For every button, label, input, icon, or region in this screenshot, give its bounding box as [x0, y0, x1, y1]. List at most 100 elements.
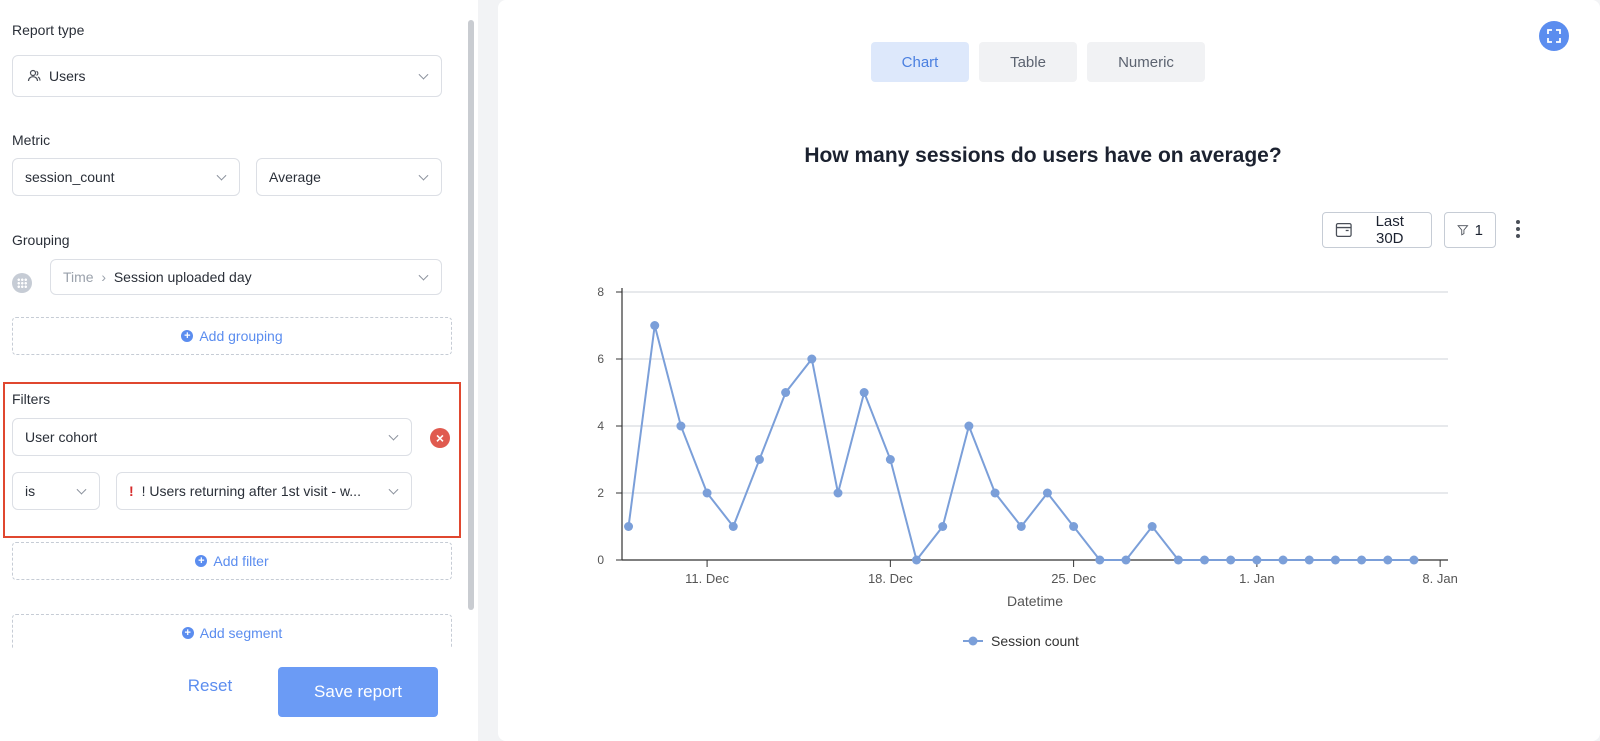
- metric-field-select[interactable]: session_count: [12, 158, 240, 196]
- y-tick-label: 8: [597, 285, 604, 299]
- add-grouping-button[interactable]: + Add grouping: [12, 317, 452, 355]
- y-tick-label: 0: [597, 553, 604, 567]
- data-point: [1095, 555, 1105, 565]
- data-point: [1304, 555, 1314, 565]
- add-segment-label: Add segment: [199, 625, 283, 641]
- x-tick-label: 1. Jan: [1239, 571, 1274, 586]
- chart-title: How many sessions do users have on avera…: [804, 144, 1282, 167]
- filter-value-select[interactable]: ! ! Users returning after 1st visit - w.…: [116, 472, 412, 510]
- funnel-icon: [1457, 225, 1469, 236]
- data-point: [807, 354, 817, 364]
- legend-marker: [968, 636, 978, 646]
- tab-numeric[interactable]: Numeric: [1087, 42, 1205, 82]
- filter-count-button[interactable]: 1: [1444, 212, 1496, 248]
- plus-circle-icon: +: [181, 627, 194, 639]
- remove-filter-icon[interactable]: ×: [430, 428, 450, 448]
- chevron-down-icon: [388, 484, 399, 495]
- data-point: [1330, 555, 1340, 565]
- data-point: [702, 488, 712, 498]
- data-point: [1016, 522, 1026, 531]
- report-type-label: Report type: [12, 22, 85, 38]
- filters-label: Filters: [12, 391, 51, 407]
- data-point: [1383, 555, 1393, 565]
- data-point: [1121, 555, 1131, 565]
- metric-label: Metric: [12, 132, 51, 148]
- data-point: [938, 522, 948, 531]
- x-tick-label: 11. Dec: [685, 571, 729, 586]
- data-point: [1042, 488, 1052, 498]
- data-point: [676, 421, 686, 431]
- chevron-down-icon: [418, 270, 429, 281]
- plus-circle-icon: +: [181, 330, 194, 342]
- filter-count-label: 1: [1474, 221, 1483, 239]
- chevron-down-icon: [76, 484, 87, 495]
- breadcrumb-separator-icon: ›: [97, 269, 110, 285]
- report-builder-panel: Report type Users Metric session_count A…: [0, 0, 478, 741]
- data-point: [1200, 555, 1210, 565]
- report-type-value: Users: [49, 68, 86, 84]
- data-point: [833, 488, 843, 498]
- save-report-button[interactable]: Save report: [278, 667, 438, 717]
- add-grouping-label: Add grouping: [199, 328, 283, 344]
- data-point: [1069, 522, 1079, 531]
- add-filter-label: Add filter: [213, 553, 269, 569]
- data-point: [781, 388, 791, 397]
- data-point: [1357, 555, 1367, 565]
- data-point: [1252, 555, 1262, 565]
- data-point: [1278, 555, 1288, 565]
- data-point: [990, 488, 1000, 498]
- data-point: [1147, 522, 1157, 531]
- data-point: [859, 388, 869, 397]
- metric-field-value: session_count: [25, 169, 115, 185]
- y-tick-label: 2: [597, 486, 604, 500]
- filter-value-text: ! Users returning after 1st visit - w...: [141, 483, 361, 499]
- data-point: [1173, 555, 1183, 565]
- y-tick-label: 6: [597, 352, 604, 366]
- data-point: [964, 421, 974, 431]
- fullscreen-button[interactable]: [1539, 21, 1569, 51]
- date-range-button[interactable]: Last 30D: [1322, 212, 1432, 248]
- more-options-icon[interactable]: [1514, 218, 1522, 240]
- legend-label: Session count: [991, 633, 1079, 649]
- metric-aggregation-value: Average: [269, 169, 321, 185]
- data-point: [885, 455, 895, 464]
- y-tick-label: 4: [597, 419, 604, 433]
- filters-highlight: [3, 382, 461, 538]
- filter-operator-select[interactable]: is: [12, 472, 100, 510]
- tab-table[interactable]: Table: [979, 42, 1077, 82]
- report-builder-scroll-area: Report type Users Metric session_count A…: [0, 0, 478, 648]
- add-segment-button[interactable]: + Add segment: [12, 614, 452, 648]
- calendar-icon: [1335, 223, 1352, 237]
- series-line: [627, 325, 1414, 563]
- line-chart: 0 2 4 6 8 11. Dec 18. Dec 25. Dec 1. Jan 8. Jan Da…: [597, 285, 1458, 649]
- warning-exclamation-icon: !: [129, 483, 134, 499]
- metric-aggregation-select[interactable]: Average: [256, 158, 442, 196]
- data-point: [1409, 555, 1419, 565]
- report-type-select[interactable]: Users: [12, 55, 442, 97]
- grouping-value: Session uploaded day: [113, 269, 252, 285]
- chevron-down-icon: [418, 170, 429, 181]
- grouping-select[interactable]: Time › Session uploaded day: [50, 259, 442, 295]
- tab-chart[interactable]: Chart: [871, 42, 969, 82]
- x-axis-label: Datetime: [1007, 593, 1063, 609]
- drag-handle-icon[interactable]: [12, 273, 32, 293]
- reset-button[interactable]: Reset: [178, 668, 242, 704]
- data-point: [754, 455, 764, 464]
- x-tick-label: 18. Dec: [868, 571, 913, 586]
- data-point: [624, 522, 634, 531]
- date-range-label: Last 30D: [1375, 213, 1404, 247]
- plus-circle-icon: +: [195, 555, 208, 567]
- grouping-label: Grouping: [12, 232, 70, 248]
- data-point: [912, 555, 922, 565]
- data-point: [728, 522, 738, 531]
- sidebar-scrollbar[interactable]: [468, 20, 474, 610]
- x-tick-label: 25. Dec: [1051, 571, 1096, 586]
- filter-field-select[interactable]: User cohort: [12, 418, 412, 456]
- chart-panel: Chart Table Numeric How many sessions do…: [498, 0, 1600, 741]
- chevron-down-icon: [418, 69, 429, 80]
- chevron-down-icon: [216, 170, 227, 181]
- chevron-down-icon: [388, 430, 399, 441]
- filter-field-value: User cohort: [25, 429, 98, 445]
- add-filter-button[interactable]: + Add filter: [12, 542, 452, 580]
- grouping-prefix: Time: [63, 269, 94, 285]
